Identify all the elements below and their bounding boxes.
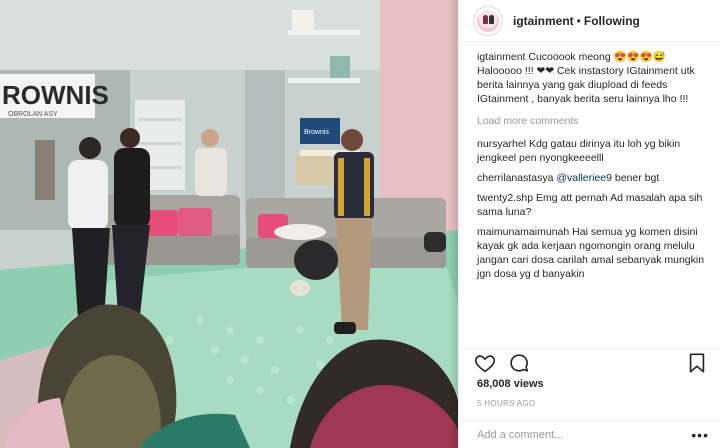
add-comment-bar: Add a comment... ••• [459, 420, 720, 448]
header-separator: • [576, 13, 581, 28]
bookmark-icon[interactable] [685, 351, 709, 375]
avatar-figure-left [483, 14, 488, 24]
studio-sign-subtext: OBROLAN ASY [8, 111, 58, 118]
post-details-panel: igtainment • Following igtainment Cucooo… [458, 0, 720, 448]
comment-item: cherrilanastasya @vallerieе9 bener bgt [477, 171, 709, 185]
comment-username[interactable]: twenty2.shp [477, 192, 533, 204]
instagram-post-view: Brownis ROWNIS OBROLAN ASY igtainment • … [0, 0, 720, 448]
speech-bubble-icon[interactable] [507, 351, 531, 375]
comment-item: nursyarhel Kdg gatau dirinya itu loh yg … [477, 137, 709, 165]
post-header: igtainment • Following [459, 0, 720, 42]
tv-screen-text: Brownis [304, 129, 329, 136]
comment-item: twenty2.shp Emg att pernah Ad masalah ap… [477, 191, 709, 219]
post-actions-bar [459, 348, 720, 376]
heart-icon[interactable] [473, 351, 497, 375]
comment-mention-link[interactable]: @vallerieе9 [556, 172, 612, 184]
avatar-figure-right [489, 14, 494, 24]
post-username[interactable]: igtainment [513, 14, 574, 28]
view-count[interactable]: 68,008 views [477, 378, 544, 390]
post-timestamp[interactable]: 5 HOURS AGO [477, 399, 535, 408]
avatar-image [477, 9, 499, 32]
post-caption: igtainment Cucooook meong 😍😍😍😅 Halooooo … [477, 50, 709, 106]
load-more-comments-button[interactable]: Load more comments [477, 114, 709, 128]
comment-item: maimunamaimunah Hai semua yg komen disin… [477, 225, 709, 281]
add-comment-input[interactable]: Add a comment... [477, 429, 691, 441]
following-button[interactable]: Following [584, 14, 640, 28]
ellipsis-icon[interactable]: ••• [691, 427, 709, 443]
comment-text: bener bgt [614, 172, 660, 184]
comment-username[interactable]: nursyarhel [477, 138, 526, 150]
caption-username[interactable]: igtainment [477, 51, 525, 63]
studio-sign-text: ROWNIS [2, 80, 109, 110]
comment-username[interactable]: maimunamaimunah [477, 226, 569, 238]
comment-username[interactable]: cherrilanastasya [477, 172, 553, 184]
post-video[interactable]: Brownis ROWNIS OBROLAN ASY [0, 0, 458, 448]
media-edge-shadow [448, 0, 458, 448]
comments-list: igtainment Cucooook meong 😍😍😍😅 Halooooo … [459, 50, 720, 342]
avatar[interactable] [473, 5, 503, 36]
